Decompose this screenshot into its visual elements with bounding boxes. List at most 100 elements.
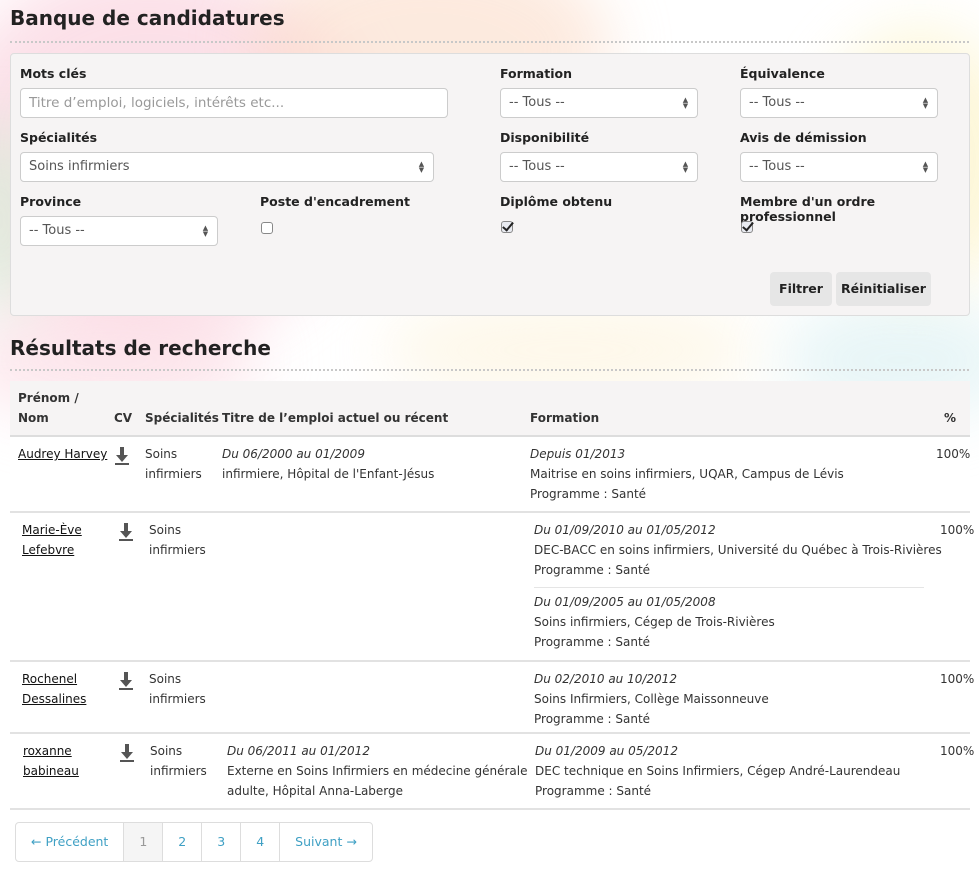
download-cv-icon[interactable] [119, 523, 133, 541]
filter-button[interactable]: Filtrer [770, 272, 832, 306]
specialite-line1: Soins [149, 672, 182, 686]
pagination-page-3[interactable]: 3 [201, 823, 240, 861]
equivalence-label: Équivalence [740, 66, 825, 81]
table-row: roxanne babineau Soins infirmiers Du 06/… [10, 734, 974, 810]
formation-dates: Depuis 01/2013 [530, 447, 626, 461]
keywords-input[interactable]: Titre d’emploi, logiciels, intérêts etc.… [20, 88, 448, 118]
col-job: Titre de l’emploi actuel ou récent [222, 411, 449, 425]
table-row: Audrey Harvey Soins infirmiers Du 06/200… [10, 437, 970, 513]
candidate-name-link-line2[interactable]: Lefebvre [22, 540, 74, 560]
job-dates: Du 06/2011 au 01/2012 [227, 744, 370, 758]
match-percent: 100% [940, 672, 975, 686]
select-arrows-icon: ▲ ▼ [682, 96, 689, 110]
table-header: Prénom / Nom CV Spécialités Titre de l’e… [10, 381, 970, 437]
pagination-page-2[interactable]: 2 [162, 823, 201, 861]
poste-encadrement-label: Poste d'encadrement [260, 194, 410, 209]
formation-title: Soins Infirmiers, Collège Maissonneuve [534, 692, 769, 706]
candidate-name-link[interactable]: roxanne [23, 741, 72, 761]
pagination-page-1[interactable]: 1 [123, 823, 163, 861]
formation-dates: Du 01/09/2010 au 01/05/2012 [534, 523, 716, 537]
candidate-name-link-line2[interactable]: babineau [23, 761, 79, 781]
formation-program: Programme : Santé [534, 563, 651, 577]
formation-program: Programme : Santé [530, 487, 647, 501]
select-arrows-icon: ▲ ▼ [682, 160, 689, 174]
formation-select-value: -- Tous -- [509, 95, 565, 110]
specialites-label: Spécialités [20, 130, 98, 145]
pagination-prev[interactable]: ← Précédent [16, 823, 123, 861]
candidate-name-link[interactable]: Audrey Harvey [18, 444, 107, 464]
specialites-select[interactable]: Soins infirmiers ▲ ▼ [20, 152, 434, 182]
disponibilite-select-value: -- Tous -- [509, 159, 565, 174]
keywords-label: Mots clés [20, 66, 87, 81]
col-percent: % [944, 411, 957, 425]
formation-title: DEC-BACC en soins infirmiers, Université… [534, 543, 942, 557]
download-cv-icon[interactable] [120, 744, 134, 762]
job-title-line2: adulte, Hôpital Anna-Laberge [227, 784, 404, 798]
specialites-select-value: Soins infirmiers [29, 159, 130, 174]
select-arrows-icon: ▲ ▼ [202, 224, 209, 238]
match-percent: 100% [936, 447, 971, 461]
job-title: Externe en Soins Infirmiers en médecine … [227, 764, 528, 778]
formation-title: Maitrise en soins infirmiers, UQAR, Camp… [530, 467, 844, 481]
formation-dates: Du 01/2009 au 05/2012 [535, 744, 678, 758]
formation-title: DEC technique en Soins Infirmiers, Cégep… [535, 764, 901, 778]
candidate-name-link-line2[interactable]: Dessalines [22, 689, 86, 709]
formation-label: Formation [500, 66, 572, 81]
province-label: Province [20, 194, 82, 209]
reset-button[interactable]: Réinitialiser [836, 272, 931, 306]
select-arrows-icon: ▲ ▼ [922, 96, 929, 110]
candidate-name-link[interactable]: Marie-Ève [22, 520, 82, 540]
pagination-page-4[interactable]: 4 [240, 823, 279, 861]
select-arrows-icon: ▲ ▼ [922, 160, 929, 174]
disponibilite-label: Disponibilité [500, 130, 590, 145]
avis-demission-select-value: -- Tous -- [749, 159, 805, 174]
results-table: Prénom / Nom CV Spécialités Titre de l’e… [10, 381, 974, 810]
col-formation: Formation [530, 411, 600, 425]
formation-separator [534, 587, 924, 588]
results-divider [10, 369, 969, 371]
keywords-placeholder: Titre d’emploi, logiciels, intérêts etc.… [29, 95, 285, 111]
poste-encadrement-checkbox[interactable] [261, 222, 273, 234]
formation-program: Programme : Santé [534, 635, 651, 649]
formation-dates: Du 01/09/2005 au 01/05/2008 [534, 595, 716, 609]
diplome-obtenu-checkbox[interactable] [501, 221, 513, 233]
avis-demission-select[interactable]: -- Tous -- ▲ ▼ [740, 152, 938, 182]
job-title: infirmiere, Hôpital de l'Enfant-Jésus [222, 467, 435, 481]
specialite-line1: Soins [145, 447, 178, 461]
pagination-next[interactable]: Suivant → [279, 823, 372, 861]
match-percent: 100% [940, 523, 975, 537]
job-dates: Du 06/2000 au 01/2009 [222, 447, 365, 461]
formation-title: Soins infirmiers, Cégep de Trois-Rivière… [534, 615, 775, 629]
specialite-line2: infirmiers [149, 543, 206, 557]
match-percent: 100% [940, 744, 975, 758]
specialite-line2: infirmiers [145, 467, 202, 481]
province-select-value: -- Tous -- [29, 223, 85, 238]
col-name-line2: Nom [18, 411, 49, 425]
page-title: Banque de candidatures [10, 6, 285, 30]
title-divider [10, 41, 969, 43]
formation-program: Programme : Santé [535, 784, 652, 798]
candidate-name-link[interactable]: Rochenel [22, 669, 77, 689]
table-row: Rochenel Dessalines Soins infirmiers Du … [10, 662, 974, 734]
diplome-obtenu-label: Diplôme obtenu [500, 194, 613, 209]
table-row: Marie-Ève Lefebvre Soins infirmiers Du 0… [10, 513, 974, 662]
avis-demission-label: Avis de démission [740, 130, 867, 145]
formation-program: Programme : Santé [534, 712, 651, 726]
download-cv-icon[interactable] [115, 447, 129, 465]
specialite-line2: infirmiers [150, 764, 207, 778]
disponibilite-select[interactable]: -- Tous -- ▲ ▼ [500, 152, 698, 182]
province-select[interactable]: -- Tous -- ▲ ▼ [20, 216, 218, 246]
membre-ordre-checkbox[interactable] [741, 221, 753, 233]
equivalence-select-value: -- Tous -- [749, 95, 805, 110]
specialite-line1: Soins [150, 744, 183, 758]
select-arrows-icon: ▲ ▼ [418, 160, 425, 174]
results-title: Résultats de recherche [10, 336, 271, 360]
equivalence-select[interactable]: -- Tous -- ▲ ▼ [740, 88, 938, 118]
specialite-line1: Soins [149, 523, 182, 537]
membre-ordre-label: Membre d'un ordre professionnel [740, 194, 876, 224]
pagination: ← Précédent 1 2 3 4 Suivant → [15, 822, 373, 862]
download-cv-icon[interactable] [119, 672, 133, 690]
col-cv: CV [114, 411, 133, 425]
formation-select[interactable]: -- Tous -- ▲ ▼ [500, 88, 698, 118]
filter-panel: Mots clés Titre d’emploi, logiciels, int… [10, 53, 970, 316]
